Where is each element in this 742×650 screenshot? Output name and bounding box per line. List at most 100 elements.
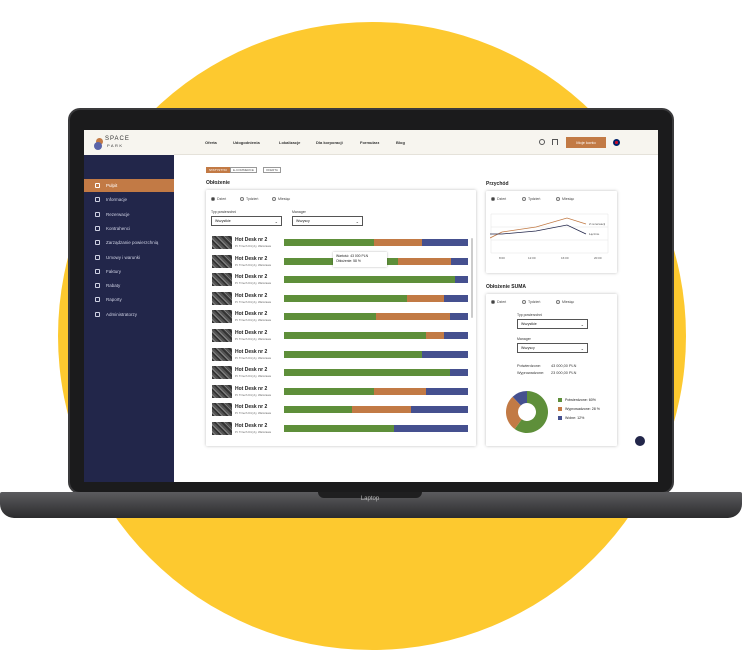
row-subtitle: Pl. Trzech Krzyży, Warszawa — [235, 411, 271, 416]
bar-segment[interactable] — [451, 257, 468, 265]
table-row[interactable]: Hot Desk nr 2 Pl. Trzech Krzyży, Warszawa — [212, 291, 474, 306]
bar-segment[interactable] — [425, 332, 445, 339]
row-subtitle: Pl. Trzech Krzyży, Warszawa — [235, 430, 271, 434]
bar-segment[interactable] — [449, 369, 468, 377]
scrollbar[interactable] — [471, 238, 473, 318]
bar-segment[interactable] — [284, 313, 376, 321]
radio-day[interactable]: Dzień — [211, 197, 226, 202]
bar-segment[interactable] — [352, 406, 411, 414]
bar-segment[interactable] — [449, 313, 468, 321]
bar-segment[interactable] — [425, 387, 468, 395]
bar-segment[interactable] — [444, 332, 468, 339]
radio-month[interactable]: Miesiąc — [556, 300, 574, 305]
occupancy-card: Dzień Tydzień Miesiąc Typ powierzchni Ws… — [206, 190, 476, 446]
bar-segment[interactable] — [421, 239, 468, 246]
table-row[interactable]: Hot Desk nr 2 Pl. Trzech Krzyży, Warszawa — [212, 236, 474, 250]
bar-segment[interactable] — [374, 239, 422, 246]
chat-button[interactable] — [635, 436, 645, 446]
table-row[interactable]: Hot Desk nr 2 Pl. Trzech Krzyży, Warszawa — [212, 310, 474, 324]
radio-day[interactable]: Dzień — [491, 300, 506, 305]
table-row[interactable]: Hot Desk nr 2 Pl. Trzech Krzyży, Warszawa — [212, 329, 474, 343]
bar-segment[interactable] — [422, 350, 468, 358]
row-title: Hot Desk nr 2 — [235, 255, 268, 262]
series-line-z-rezerwacji — [490, 217, 587, 239]
bar-segment[interactable] — [284, 239, 375, 246]
legend-label: Wolne: 12% — [565, 416, 585, 421]
type-label: Typ powierzchni — [517, 313, 543, 317]
desk-thumbnail — [212, 291, 232, 305]
table-row[interactable]: Hot Desk nr 2 Pl. Trzech Krzyży, Warszawa — [212, 273, 474, 287]
occupancy-bar[interactable] — [284, 294, 468, 302]
table-row[interactable]: Hot Desk nr 2 Pl. Trzech Krzyży, Warszawa — [212, 347, 474, 362]
occupancy-bar[interactable] — [284, 350, 468, 358]
revenue-title: Przychód — [486, 181, 509, 187]
table-row[interactable]: Hot Desk nr 2 Pl. Trzech Krzyży, Warszawa — [212, 422, 474, 436]
tab-oferta[interactable]: OFERTA — [263, 167, 281, 173]
bar-segment[interactable] — [410, 406, 468, 414]
occupancy-bar[interactable] — [284, 239, 468, 246]
manager-select[interactable]: Wszyscy ⌄ — [517, 343, 588, 353]
app-screen: Oferta Udogodnienia Lokalizacje Dla korp… — [84, 130, 658, 482]
tab-e-commerce[interactable]: E-COMMERCE — [230, 167, 257, 173]
chevron-down-icon: ⌄ — [580, 346, 584, 351]
table-row[interactable]: Hot Desk nr 2 Pl. Trzech Krzyży, Warszawa — [212, 384, 474, 399]
row-title: Hot Desk nr 2 — [235, 274, 268, 281]
radio-month[interactable]: Miesiąc — [272, 197, 290, 202]
bar-segment[interactable] — [394, 425, 468, 432]
occupancy-bar[interactable] — [284, 276, 468, 284]
legend-label: Łącznie — [589, 232, 600, 236]
bar-segment[interactable] — [284, 406, 353, 414]
manager-label: Manager — [517, 337, 531, 341]
occupancy-bar[interactable] — [284, 332, 468, 339]
occupancy-bar[interactable] — [284, 313, 468, 321]
radio-week[interactable]: Tydzień — [522, 197, 540, 202]
tab-statystyki[interactable]: STATYSTYKI — [206, 167, 230, 173]
radio-day[interactable]: Dzień — [491, 197, 506, 202]
revenue-line-chart: Z rezerwacji Łącznie 8:00 12:00 16:00 20… — [490, 213, 609, 260]
bar-segment[interactable] — [398, 257, 452, 265]
row-subtitle: Pl. Trzech Krzyży, Warszawa — [235, 262, 271, 267]
type-label: Typ powierzchni — [211, 210, 237, 214]
legend-swatch — [558, 398, 562, 403]
row-subtitle: Pl. Trzech Krzyży, Warszawa — [235, 392, 271, 397]
legend-item: Wolne: 12% — [558, 416, 600, 421]
bar-segment[interactable] — [455, 276, 468, 284]
radio-month[interactable]: Miesiąc — [556, 197, 574, 202]
bar-segment[interactable] — [376, 313, 450, 321]
legend-swatch — [558, 416, 562, 421]
table-row[interactable]: Hot Desk nr 2 Pl. Trzech Krzyży, Warszawa — [212, 403, 474, 417]
chevron-down-icon: ⌄ — [355, 219, 359, 224]
legend-label: Z rezerwacji — [589, 222, 606, 226]
radio-week[interactable]: Tydzień — [522, 300, 540, 305]
bar-segment[interactable] — [284, 369, 450, 377]
table-row[interactable]: Hot Desk nr 2 Pl. Trzech Krzyży, Warszawa — [212, 366, 474, 380]
bar-segment[interactable] — [284, 387, 375, 395]
chevron-down-icon: ⌄ — [580, 322, 584, 327]
row-subtitle: Pl. Trzech Krzyży, Warszawa — [235, 244, 271, 248]
legend-label: Potwierdzone: 60% — [565, 398, 596, 402]
bar-segment[interactable] — [284, 276, 456, 284]
occupancy-bar[interactable] — [284, 425, 468, 432]
occupancy-bar[interactable] — [284, 406, 468, 414]
type-select[interactable]: Wszystkie ⌄ — [517, 319, 588, 329]
sum-card: Dzień Tydzień Miesiąc Typ powierzchni Ws… — [486, 294, 617, 446]
row-subtitle: Pl. Trzech Krzyży, Warszawa — [235, 374, 271, 379]
chevron-down-icon: ⌄ — [274, 219, 278, 224]
bar-segment[interactable] — [284, 350, 422, 358]
row-title: Hot Desk nr 2 — [235, 348, 268, 355]
occupancy-bar[interactable] — [284, 369, 468, 377]
legend-item: Potwierdzone: 60% — [558, 398, 600, 403]
type-select[interactable]: Wszystkie ⌄ — [211, 216, 282, 226]
desk-thumbnail — [212, 273, 232, 287]
bar-segment[interactable] — [284, 332, 426, 339]
manager-select[interactable]: Wszyscy ⌄ — [292, 216, 363, 226]
radio-week[interactable]: Tydzień — [240, 197, 258, 202]
row-title: Hot Desk nr 2 — [235, 292, 268, 299]
bar-segment[interactable] — [444, 294, 468, 302]
bar-segment[interactable] — [284, 294, 408, 302]
occupancy-bar[interactable] — [284, 387, 468, 395]
bar-segment[interactable] — [374, 387, 426, 395]
desk-thumbnail — [212, 329, 232, 342]
bar-segment[interactable] — [407, 294, 445, 302]
bar-segment[interactable] — [284, 425, 395, 432]
